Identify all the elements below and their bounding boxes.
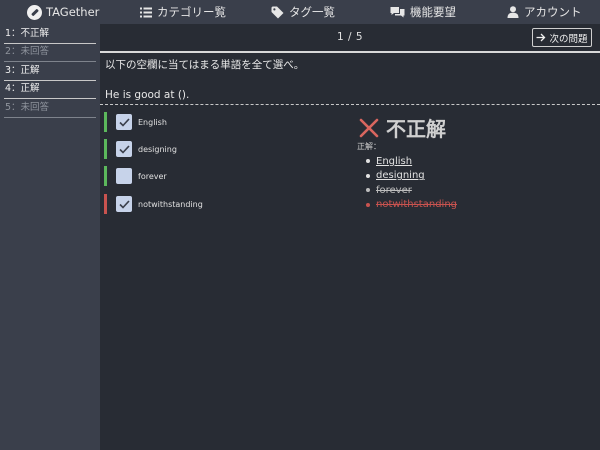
- page-counter: 1 / 5: [336, 31, 364, 43]
- nav-account-label: アカウント: [524, 5, 582, 19]
- choice-label: notwithstanding: [138, 199, 203, 209]
- question-pager: 1 / 5 次の問題: [100, 24, 600, 52]
- nav-tag-list[interactable]: タグ一覧: [271, 0, 335, 24]
- nav-request-label: 機能要望: [410, 5, 456, 19]
- user-icon: [507, 6, 519, 18]
- sidebar-item-q2[interactable]: 2：未回答: [4, 44, 96, 62]
- chat-bubbles-icon: [390, 6, 405, 17]
- cross-icon: [359, 118, 379, 137]
- choice-checkbox[interactable]: [116, 168, 132, 184]
- choice-checkbox[interactable]: [116, 141, 132, 157]
- wrong-marker: [104, 194, 107, 214]
- result-verdict: 不正解: [359, 113, 446, 142]
- question-sidebar: 1：不正解 2：未回答 3：正解 4：正解 5：未回答: [0, 24, 100, 450]
- answer-text: designing: [376, 170, 425, 182]
- list-item: notwithstanding: [366, 198, 457, 213]
- choice-checkbox[interactable]: [116, 114, 132, 130]
- answer-text: English: [376, 155, 413, 167]
- list-item: forever: [366, 183, 457, 198]
- nav-feature-request[interactable]: 機能要望: [390, 0, 456, 24]
- choice-forever[interactable]: forever: [104, 166, 324, 186]
- choice-english[interactable]: English: [104, 112, 324, 132]
- tag-icon: [271, 6, 284, 18]
- choice-label: designing: [138, 144, 177, 154]
- next-question-label: 次の問題: [549, 33, 588, 45]
- checkmark-icon: [118, 117, 130, 127]
- question-divider: [100, 104, 600, 105]
- list-item: designing: [366, 169, 457, 184]
- pencil-logo-icon: [27, 4, 42, 20]
- sidebar-item-q4[interactable]: 4：正解: [4, 81, 96, 99]
- next-question-button[interactable]: 次の問題: [532, 28, 592, 47]
- nav-category-list[interactable]: カテゴリー覧: [140, 0, 226, 24]
- brand-link[interactable]: TAGether: [27, 0, 99, 24]
- choice-checkbox[interactable]: [116, 196, 132, 212]
- list-item: English: [366, 154, 457, 169]
- sidebar-item-q5[interactable]: 5：未回答: [4, 100, 96, 118]
- top-navbar: TAGether カテゴリー覧 タグ一覧 機能要望 アカウント: [0, 0, 600, 24]
- checkmark-icon: [118, 144, 130, 154]
- header-divider: [100, 51, 600, 53]
- answer-text: notwithstanding: [376, 199, 458, 211]
- nav-tag-label: タグ一覧: [289, 5, 335, 19]
- answer-list: English designing forever notwithstandin…: [366, 154, 457, 212]
- brand-name: TAGether: [46, 5, 100, 19]
- verdict-text: 不正解: [386, 117, 446, 141]
- correct-marker: [104, 139, 107, 159]
- choice-designing[interactable]: designing: [104, 139, 324, 159]
- choice-notwithstanding[interactable]: notwithstanding: [104, 194, 324, 214]
- sidebar-item-q3[interactable]: 3：正解: [4, 63, 96, 81]
- nav-account[interactable]: アカウント: [507, 0, 582, 24]
- question-instruction: 以下の空欄に当てはまる単語を全て選べ。: [105, 59, 305, 71]
- answer-heading: 正解：: [357, 142, 381, 151]
- list-icon: [140, 7, 152, 17]
- answer-text: forever: [376, 184, 412, 196]
- checkmark-icon: [118, 199, 130, 209]
- choice-label: forever: [138, 171, 167, 181]
- nav-category-label: カテゴリー覧: [157, 5, 226, 19]
- correct-marker: [104, 112, 107, 132]
- question-sentence: He is good at ().: [105, 89, 190, 101]
- choice-label: English: [138, 117, 167, 127]
- sidebar-item-q1[interactable]: 1：不正解: [4, 26, 96, 44]
- arrow-right-icon: [536, 33, 546, 42]
- correct-marker: [104, 166, 107, 186]
